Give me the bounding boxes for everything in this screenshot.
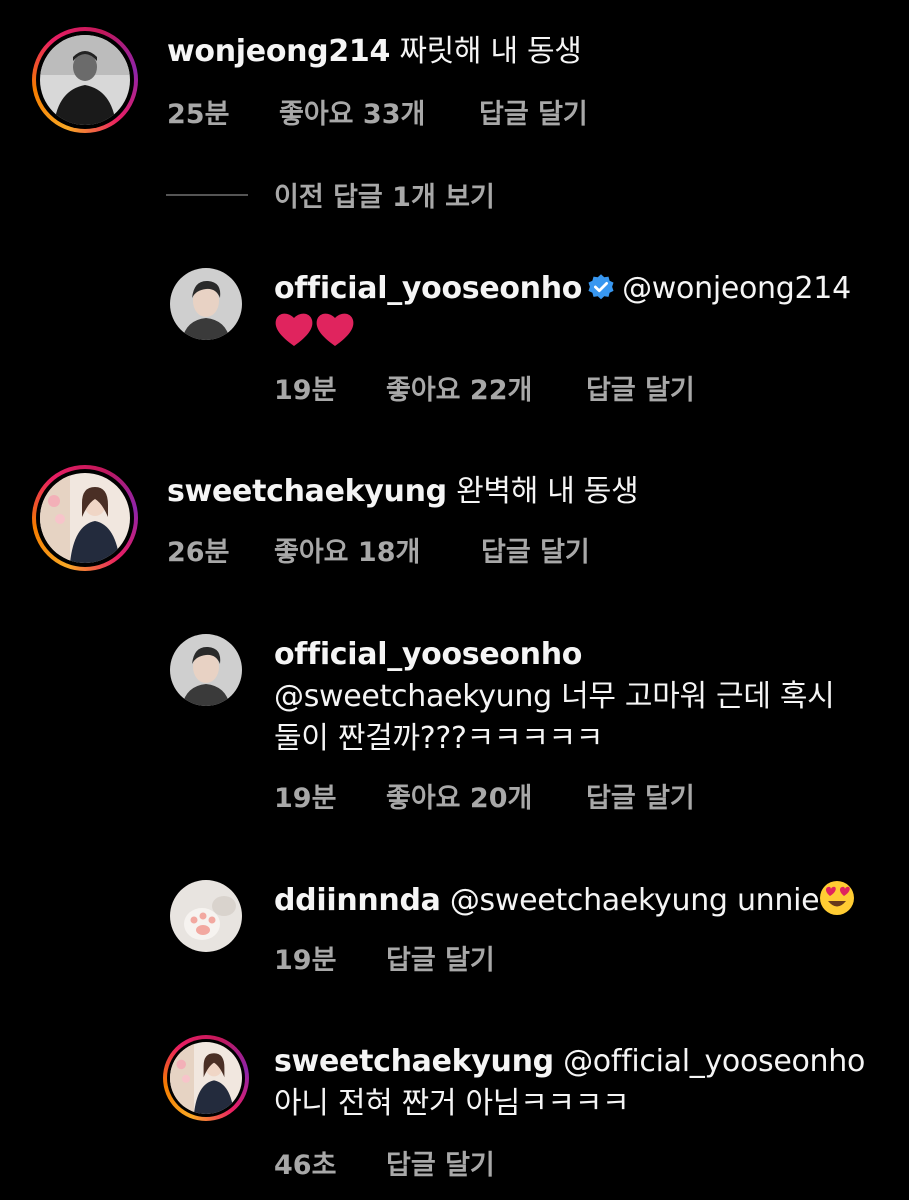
comment-text: 완벽해 내 동생	[456, 474, 639, 509]
reply-body: sweetchaekyung @official_yooseonho 아니 전혀…	[274, 1041, 879, 1125]
view-previous-replies-button[interactable]: 이전 답글 1개 보기	[166, 175, 495, 214]
avatar-wonjeong214[interactable]	[32, 27, 138, 133]
profile-photo-icon	[170, 1042, 242, 1114]
reply-username[interactable]: sweetchaekyung	[274, 1044, 554, 1079]
profile-photo-icon	[170, 634, 242, 706]
comment-username[interactable]: sweetchaekyung	[167, 474, 447, 509]
profile-photo-icon	[40, 473, 130, 563]
reply-button[interactable]: 답글 달기	[386, 938, 495, 977]
avatar-sweetchaekyung[interactable]	[163, 1035, 249, 1121]
comment-time: 26분	[167, 537, 230, 568]
profile-photo-icon	[170, 880, 242, 952]
reply-likes[interactable]: 좋아요 20개	[386, 776, 586, 815]
reply-time: 19분	[274, 375, 337, 406]
comment-meta: 25분 좋아요 33개 답글 달기	[167, 92, 588, 131]
reply-mention[interactable]: @sweetchaekyung	[274, 679, 552, 714]
reply-text-line1: 너무 고마워 근데 혹시	[561, 679, 835, 714]
reply-time: 46초	[274, 1150, 337, 1181]
reply-mention[interactable]: @sweetchaekyung	[450, 883, 728, 918]
reply-meta: 19분 답글 달기	[274, 938, 495, 977]
divider-line	[166, 193, 248, 196]
reply-meta: 19분 좋아요 22개 답글 달기	[274, 368, 695, 407]
view-replies-label: 이전 답글 1개 보기	[274, 182, 495, 213]
reply-text-line2: 둘이 짠걸까???ㅋㅋㅋㅋㅋ	[274, 721, 604, 756]
reply-button[interactable]: 답글 달기	[386, 1143, 495, 1182]
comment-time: 25분	[167, 99, 230, 130]
reply-body: ddiinnnda @sweetchaekyung unnie	[274, 880, 879, 928]
reply-username[interactable]: official_yooseonho	[274, 271, 582, 306]
comment-likes[interactable]: 좋아요 18개	[274, 530, 481, 569]
reply-text: unnie	[736, 883, 820, 918]
red-hearts-icon	[274, 310, 356, 362]
comment-body: sweetchaekyung 완벽해 내 동생	[167, 471, 879, 513]
reply-body: official_yooseonho @sweetchaekyung 너무 고마…	[274, 634, 879, 760]
reply-button[interactable]: 답글 달기	[481, 530, 590, 569]
reply-body: official_yooseonho @wonjeong214	[274, 268, 879, 362]
reply-meta: 46초 답글 달기	[274, 1143, 495, 1182]
comment-body: wonjeong214 짜릿해 내 동생	[167, 31, 879, 73]
reply-username[interactable]: official_yooseonho	[274, 637, 582, 672]
reply-time: 19분	[274, 783, 337, 814]
heart-eyes-emoji-icon	[819, 880, 855, 928]
avatar-ddiinnnda[interactable]	[170, 880, 242, 952]
avatar-official-yooseonho[interactable]	[170, 268, 242, 340]
reply-meta: 19분 좋아요 20개 답글 달기	[274, 776, 695, 815]
comment-likes[interactable]: 좋아요 33개	[279, 92, 479, 131]
reply-time: 19분	[274, 945, 337, 976]
avatar-official-yooseonho[interactable]	[170, 634, 242, 706]
reply-text: 아니 전혀 짠거 아님ㅋㅋㅋㅋ	[274, 1086, 630, 1121]
profile-photo-icon	[170, 268, 242, 340]
reply-likes[interactable]: 좋아요 22개	[386, 368, 586, 407]
reply-mention[interactable]: @official_yooseonho	[563, 1044, 865, 1079]
avatar-sweetchaekyung[interactable]	[32, 465, 138, 571]
reply-button[interactable]: 답글 달기	[586, 368, 695, 407]
comment-meta: 26분 좋아요 18개 답글 달기	[167, 530, 590, 569]
reply-button[interactable]: 답글 달기	[479, 92, 588, 131]
comment-text: 짜릿해 내 동생	[399, 34, 582, 69]
comment-username[interactable]: wonjeong214	[167, 34, 390, 69]
reply-mention[interactable]: @wonjeong214	[622, 271, 851, 306]
verified-badge-icon	[588, 274, 614, 300]
reply-button[interactable]: 답글 달기	[586, 776, 695, 815]
profile-photo-icon	[40, 35, 130, 125]
reply-username[interactable]: ddiinnnda	[274, 883, 441, 918]
